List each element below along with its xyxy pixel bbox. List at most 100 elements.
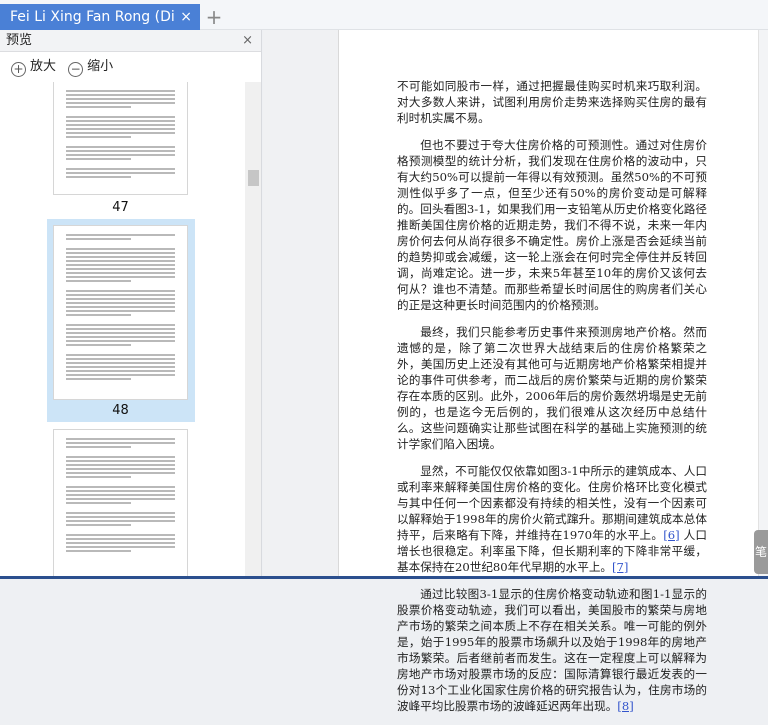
thumbnail-text-line — [66, 94, 175, 96]
thumbnail-gap — [66, 506, 175, 510]
document-scrollbar[interactable] — [758, 30, 768, 579]
thumbnail-text-line — [66, 290, 175, 292]
thumbnail-gap — [66, 242, 175, 246]
thumbnail-text-line — [66, 158, 132, 160]
preview-header: 预览 × — [0, 30, 261, 52]
thumbnail-text-line — [66, 442, 175, 444]
thumbnail-text-line — [66, 366, 175, 368]
thumbnail-text-line — [66, 340, 175, 342]
thumbnail-text-line — [66, 120, 175, 122]
paragraph: 不可能如同股市一样，通过把握最佳购买时机来巧取利润。对大多数人来讲，试图利用房价… — [397, 79, 707, 125]
thumbnail-text-line — [66, 264, 175, 266]
thumbnail-gap — [66, 382, 175, 386]
thumbnail-text-line — [66, 132, 175, 134]
thumbnail-text-line — [66, 370, 175, 372]
side-note-button[interactable]: 笔 — [754, 530, 768, 574]
preview-title: 预览 — [6, 33, 33, 48]
document-tab[interactable]: Fei Li Xing Fan Rong (Di San Ban) × — [0, 4, 200, 30]
thumbnail-text-line — [66, 456, 175, 458]
thumbnail-text-line — [66, 146, 175, 148]
zoom-out-button[interactable]: − 缩小 — [68, 59, 117, 77]
thumbnail-list: 47 48 — [0, 82, 245, 579]
zoom-out-icon: − — [68, 62, 84, 77]
thumbnail-text-line — [66, 106, 132, 108]
thumbnail-text-line — [66, 472, 175, 474]
thumbnail-text-line — [66, 248, 175, 250]
thumbnail-text-line — [66, 546, 175, 548]
thumbnail-gap — [66, 318, 175, 322]
scrollbar-thumb[interactable] — [248, 170, 259, 186]
thumbnail-scrollbar[interactable] — [245, 82, 261, 579]
thumbnail-text-line — [66, 332, 175, 334]
thumbnail-text-line — [66, 256, 175, 258]
thumbnail-text-line — [66, 362, 175, 364]
zoom-out-label: 缩小 — [87, 59, 114, 74]
thumbnail-text-line — [66, 238, 132, 240]
footnote-link-7[interactable]: [7] — [612, 560, 628, 574]
preview-close-icon[interactable]: × — [242, 30, 253, 52]
paragraph: 通过比较图3-1显示的住房价格变动轨迹和图1-1显示的股票价格变动轨迹，我们可以… — [397, 586, 707, 714]
thumbnail-text-line — [66, 302, 175, 304]
thumbnail-text-line — [66, 172, 175, 174]
thumbnail-text-line — [66, 468, 175, 470]
thumbnail-text-line — [66, 276, 175, 278]
thumbnail-text-line — [66, 136, 132, 138]
new-tab-button[interactable]: + — [205, 4, 223, 30]
thumbnail-text-line — [66, 124, 175, 126]
thumbnail-text-line — [66, 464, 175, 466]
paragraph: 最终，我们只能参考历史事件来预测房地产价格。然而遗憾的是，除了第二次世界大战结束… — [397, 325, 707, 451]
thumbnail-text-line — [66, 516, 175, 518]
thumbnail-text-line — [66, 336, 175, 338]
tab-close-icon[interactable]: × — [180, 4, 192, 30]
document-view: 不可能如同股市一样，通过把握最佳购买时机来巧取利润。对大多数人来讲，试图利用房价… — [263, 30, 758, 713]
thumbnail-text-line — [66, 354, 175, 356]
footnote-link-8[interactable]: [8] — [617, 699, 633, 713]
page-thumbnail-49[interactable] — [53, 429, 188, 579]
page-thumbnail-47[interactable] — [53, 82, 188, 195]
thumbnail-text-line — [66, 260, 175, 262]
paragraph-text: 显然，不可能仅仅依靠如图3-1中所示的建筑成本、人口或利率来解释美国住房价格的变… — [397, 464, 707, 542]
thumbnail-text-line — [66, 116, 175, 118]
thumbnail-text-line — [66, 324, 175, 326]
thumbnail-text-line — [66, 150, 175, 152]
page-number-48: 48 — [112, 403, 129, 418]
thumbnail-text-line — [66, 272, 175, 274]
thumbnail-gap — [66, 348, 175, 352]
zoom-in-icon: + — [11, 62, 26, 77]
thumbnail-text-line — [66, 378, 132, 380]
footnote-link-6[interactable]: [6] — [663, 528, 679, 542]
thumbnail-text-line — [66, 512, 175, 514]
zoom-in-label: 放大 — [30, 59, 57, 74]
thumbnail-text-line — [66, 344, 132, 346]
thumbnail-gap — [66, 554, 175, 558]
thumbnail-text-line — [66, 494, 175, 496]
thumbnail-text-line — [66, 490, 175, 492]
thumbnail-gap — [66, 450, 175, 454]
page-text: 不可能如同股市一样，通过把握最佳购买时机来巧取利润。对大多数人来讲，试图利用房价… — [397, 78, 707, 725]
thumbnail-text-line — [66, 314, 132, 316]
thumbnail-text-line — [66, 538, 175, 540]
page-number-47: 47 — [112, 200, 129, 215]
thumbnail-text-line — [66, 542, 175, 544]
thumbnail-gap — [66, 180, 175, 184]
thumbnail-gap — [66, 162, 175, 166]
thumbnail-text-line — [66, 534, 175, 536]
thumbnail-text-line — [66, 476, 132, 478]
thumbnail-text-line — [66, 168, 175, 170]
thumbnail-text-line — [66, 306, 175, 308]
thumbnail-text-line — [66, 128, 175, 130]
preview-panel: 预览 × + 放大 − 缩小 47 48 — [0, 30, 262, 579]
preview-toolbar: + 放大 − 缩小 — [0, 52, 261, 82]
thumbnail-text-line — [66, 486, 175, 488]
paragraph-text: 通过比较图3-1显示的住房价格变动轨迹和图1-1显示的股票价格变动轨迹，我们可以… — [397, 587, 707, 713]
thumbnail-text-line — [66, 90, 175, 92]
page-thumbnail-48[interactable] — [53, 225, 188, 400]
thumbnail-text-line — [66, 154, 175, 156]
thumbnail-text-line — [66, 446, 132, 448]
thumbnail-text-line — [66, 520, 175, 522]
tab-bar: Fei Li Xing Fan Rong (Di San Ban) × + — [0, 0, 768, 30]
zoom-in-button[interactable]: + 放大 — [11, 59, 60, 77]
thumbnail-gap — [66, 110, 175, 114]
thumbnail-text-line — [66, 550, 132, 552]
thumbnail-text-line — [66, 374, 175, 376]
